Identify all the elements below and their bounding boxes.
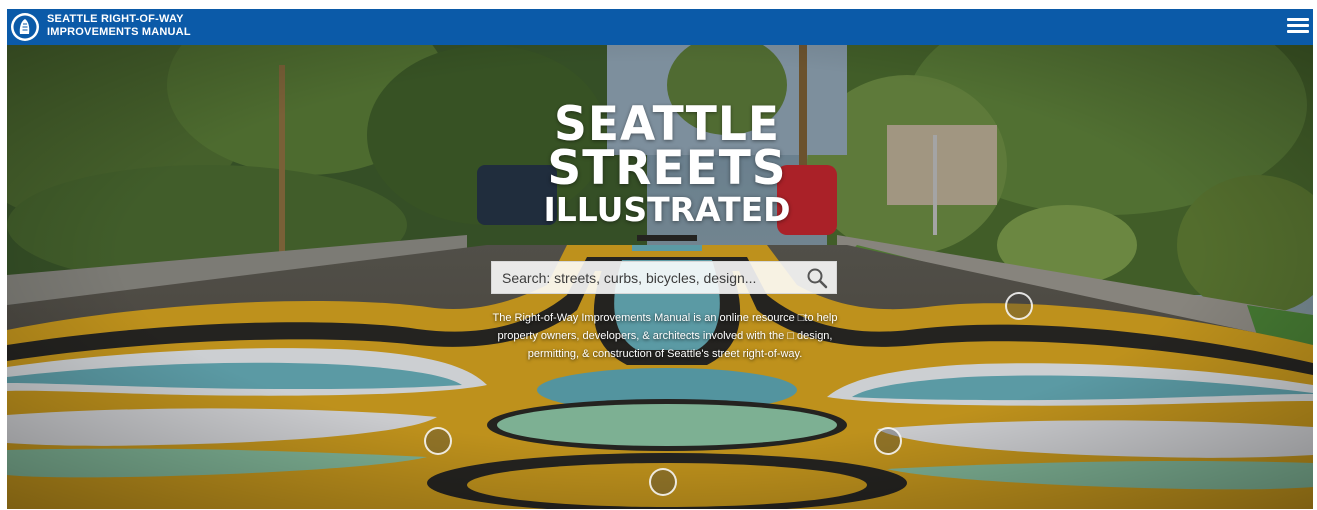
search-box <box>491 261 837 294</box>
brand-line-2: IMPROVEMENTS MANUAL <box>47 26 191 38</box>
hero-description: The Right-of-Way Improvements Manual is … <box>492 312 838 360</box>
brand-line-1: SEATTLE RIGHT-OF-WAY <box>47 13 184 25</box>
hero-banner: SEATTLE STREETS ILLUSTRATED The Right-of… <box>7 45 1313 509</box>
hero-title-line-2: STREETS <box>547 141 787 196</box>
hotspot-marker[interactable] <box>1005 292 1033 320</box>
search-input[interactable] <box>492 262 802 293</box>
seattle-seal-icon[interactable] <box>10 12 40 42</box>
site-brand[interactable]: SEATTLE RIGHT-OF-WAY IMPROVEMENTS MANUAL <box>47 13 191 39</box>
hero-title-line-1: SEATTLE <box>554 97 780 152</box>
hotspot-marker[interactable] <box>424 427 452 455</box>
hero-title-line-3: ILLUSTRATED <box>543 190 791 229</box>
search-icon[interactable] <box>806 267 828 289</box>
hero-title: SEATTLE STREETS ILLUSTRATED <box>542 97 792 229</box>
hamburger-menu-icon[interactable] <box>1287 15 1309 37</box>
top-navigation-bar: SEATTLE RIGHT-OF-WAY IMPROVEMENTS MANUAL <box>7 9 1313 45</box>
page-frame: SEATTLE RIGHT-OF-WAY IMPROVEMENTS MANUAL <box>7 9 1313 509</box>
hotspot-marker[interactable] <box>874 427 902 455</box>
hotspot-marker[interactable] <box>649 468 677 496</box>
